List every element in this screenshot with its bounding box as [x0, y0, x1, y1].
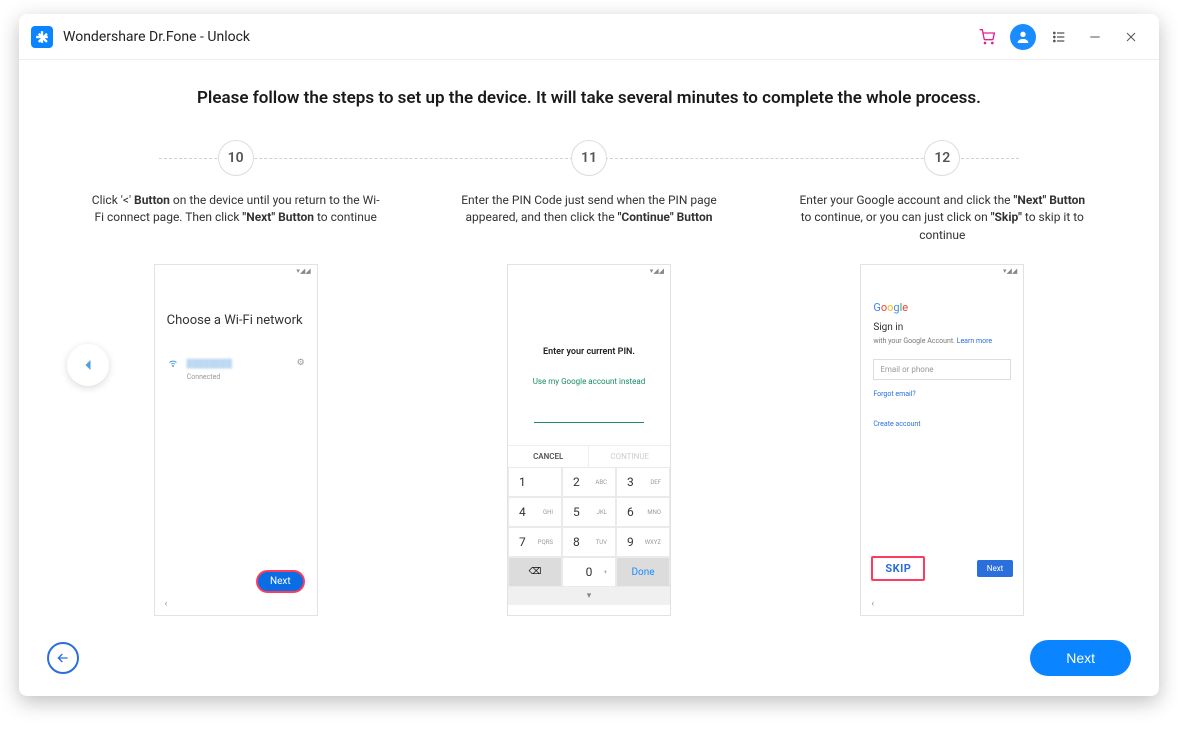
pin-alt-link: Use my Google account instead: [508, 377, 670, 386]
nav-down-icon: ▾: [508, 587, 670, 605]
step-description: Enter the PIN Code just send when the PI…: [424, 192, 754, 246]
pin-title: Enter your current PIN.: [508, 347, 670, 357]
step-11: 11 Enter the PIN Code just send when the…: [424, 140, 754, 616]
key-done: Done: [617, 558, 669, 586]
phone-back-icon: ‹: [165, 599, 168, 609]
signin-title: Sign in: [873, 322, 1011, 333]
cancel-button: CANCEL: [508, 446, 590, 467]
step-number: 12: [924, 140, 960, 176]
app-window: Wondershare Dr.Fone - Unlock Please foll…: [19, 14, 1159, 696]
page-heading: Please follow the steps to set up the de…: [39, 88, 1139, 108]
key-9: 9WXYZ: [617, 528, 669, 556]
back-button[interactable]: [47, 642, 79, 674]
steps-row: 10 Click '<' Button on the device until …: [39, 140, 1139, 616]
app-title: Wondershare Dr.Fone - Unlock: [63, 29, 250, 45]
wifi-name: ████████: [187, 359, 297, 368]
continue-button: CONTINUE: [589, 446, 670, 467]
wifi-title: Choose a Wi-Fi network: [155, 277, 317, 336]
keypad: 1 2ABC 3DEF 4GHI 5JKL 6MNO 7PQRS 8TUV: [508, 467, 670, 587]
step-number: 10: [218, 140, 254, 176]
phone-skip-button: SKIP: [871, 556, 925, 581]
wifi-status: Connected: [155, 373, 317, 381]
status-bar: ▾◢◢: [861, 265, 1023, 277]
key-6: 6MNO: [617, 498, 669, 526]
menu-icon[interactable]: [1043, 21, 1075, 53]
key-8: 8TUV: [563, 528, 615, 556]
phone-back-icon: ‹: [871, 599, 874, 609]
status-bar: ▾◢◢: [155, 265, 317, 277]
cart-icon[interactable]: [971, 21, 1003, 53]
step-12: 12 Enter your Google account and click t…: [777, 140, 1107, 616]
forgot-email-link: Forgot email?: [873, 390, 1011, 398]
key-7: 7PQRS: [509, 528, 561, 556]
gear-icon: ⚙: [297, 358, 305, 368]
phone-next-button: Next: [256, 570, 305, 593]
app-icon: [31, 26, 53, 48]
key-1: 1: [509, 468, 561, 496]
key-back: ⌫: [509, 558, 561, 586]
signin-subtitle: with your Google Account. Learn more: [873, 337, 1011, 345]
user-button[interactable]: [1007, 21, 1039, 53]
key-5: 5JKL: [563, 498, 615, 526]
main-content: Please follow the steps to set up the de…: [19, 60, 1159, 616]
learn-more-link: Learn more: [957, 337, 992, 345]
minimize-button[interactable]: [1079, 21, 1111, 53]
phone-next-button: Next: [977, 560, 1014, 577]
step-description: Click '<' Button on the device until you…: [71, 192, 401, 246]
key-2: 2ABC: [563, 468, 615, 496]
key-4: 4GHI: [509, 498, 561, 526]
pin-buttons: CANCEL CONTINUE: [508, 445, 670, 467]
close-button[interactable]: [1115, 21, 1147, 53]
step-number: 11: [571, 140, 607, 176]
email-input: Email or phone: [873, 359, 1011, 380]
phone-mock-12: ▾◢◢ Google Sign in with your Google Acco…: [860, 264, 1024, 616]
google-logo: Google: [873, 301, 1011, 314]
pin-underline: [534, 422, 644, 423]
phone-mock-10: ▾◢◢ Choose a Wi-Fi network ████████ ⚙ Co…: [154, 264, 318, 616]
titlebar: Wondershare Dr.Fone - Unlock: [19, 14, 1159, 60]
key-3: 3DEF: [617, 468, 669, 496]
footer: Next: [19, 640, 1159, 676]
key-0: 0+: [563, 558, 615, 586]
wifi-icon: [167, 356, 179, 371]
step-description: Enter your Google account and click the …: [777, 192, 1107, 246]
phone-mock-11: ▾◢◢ Enter your current PIN. Use my Googl…: [507, 264, 671, 616]
step-10: 10 Click '<' Button on the device until …: [71, 140, 401, 616]
status-bar: ▾◢◢: [508, 265, 670, 277]
create-account-link: Create account: [873, 420, 1011, 428]
next-button[interactable]: Next: [1030, 640, 1131, 676]
